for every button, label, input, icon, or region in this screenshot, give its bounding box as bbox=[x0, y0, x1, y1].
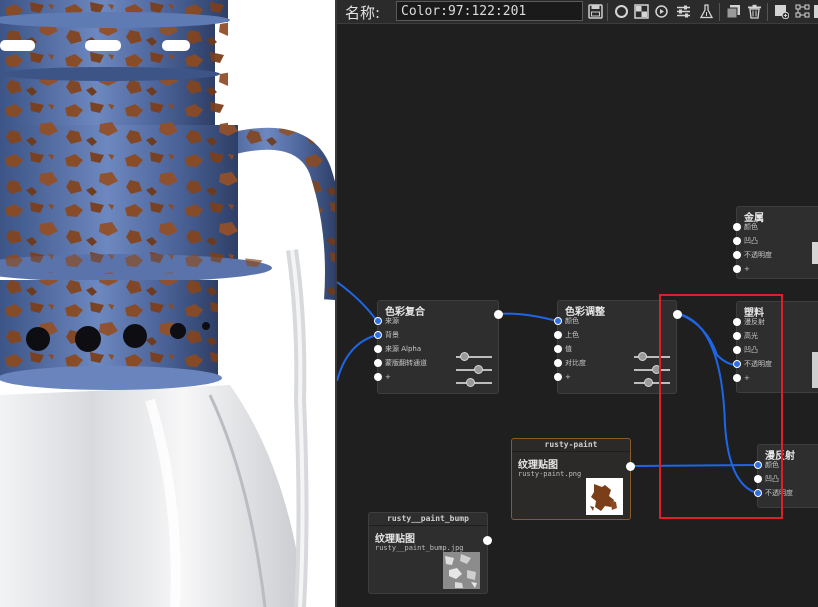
parameter-slider[interactable] bbox=[634, 378, 670, 388]
node-texture-rusty-paint[interactable]: rusty-paint 纹理贴图 rusty-paint.png bbox=[511, 438, 631, 520]
node-plastic[interactable]: 塑料 漫反射 高光 凹凸 不透明度 + bbox=[733, 301, 818, 393]
material-name-input[interactable] bbox=[396, 1, 583, 21]
input-port[interactable] bbox=[733, 265, 741, 273]
node-diffuse[interactable]: 漫反射 颜色 凹凸 不透明度 bbox=[754, 444, 818, 508]
refresh-icon[interactable] bbox=[653, 3, 670, 20]
port-label: 不透明度 bbox=[765, 489, 793, 497]
sphere-preview-icon[interactable] bbox=[613, 3, 630, 20]
port-label: 背景 bbox=[385, 331, 399, 339]
toolbar-divider bbox=[607, 3, 608, 21]
input-port[interactable] bbox=[374, 373, 382, 381]
input-port[interactable] bbox=[733, 223, 741, 231]
output-port[interactable] bbox=[494, 310, 503, 319]
port-label: + bbox=[385, 373, 391, 381]
node-color-adjust[interactable]: 色彩调整 颜色 上色 值 对比度 + bbox=[554, 300, 677, 394]
node-title: 纹理贴图 bbox=[518, 460, 558, 471]
port-label: + bbox=[744, 374, 750, 382]
port-label: 不透明度 bbox=[744, 360, 772, 368]
input-port[interactable] bbox=[754, 461, 762, 469]
input-port[interactable] bbox=[554, 317, 562, 325]
input-port[interactable] bbox=[733, 237, 741, 245]
input-port[interactable] bbox=[554, 359, 562, 367]
node-title: 纹理贴图 bbox=[375, 534, 415, 545]
node-graph-canvas[interactable]: 金属 颜色 凹凸 不透明度 + 色彩复合 来源 背景 来源 Alpha 蒙版翻转… bbox=[337, 25, 818, 607]
port-label: 来源 Alpha bbox=[385, 345, 422, 353]
port-label: 漫反射 bbox=[744, 318, 765, 326]
node-texture-rusty-paint-bump[interactable]: rusty__paint_bump 纹理贴图 rusty__paint_bump… bbox=[368, 512, 488, 594]
port-label: 颜色 bbox=[565, 317, 579, 325]
toolbar-divider bbox=[719, 3, 720, 21]
parameter-slider[interactable] bbox=[456, 378, 492, 388]
node-header: rusty-paint bbox=[512, 439, 630, 452]
toolbar-divider bbox=[767, 3, 768, 21]
wire-viewport-to-source bbox=[337, 281, 378, 322]
texture-thumbnail bbox=[586, 478, 623, 515]
input-port[interactable] bbox=[754, 475, 762, 483]
parameter-slider[interactable] bbox=[634, 365, 670, 375]
port-label: 凹凸 bbox=[744, 346, 758, 354]
port-label: 来源 bbox=[385, 317, 399, 325]
port-label: 高光 bbox=[744, 332, 758, 340]
node-graph-icon[interactable] bbox=[794, 3, 811, 20]
lantern-render bbox=[0, 0, 335, 607]
port-label: 凹凸 bbox=[744, 237, 758, 245]
overflow-icon[interactable] bbox=[813, 3, 818, 20]
port-label: 值 bbox=[565, 345, 572, 353]
node-preview-thumbnail bbox=[812, 242, 818, 264]
parameter-slider[interactable] bbox=[456, 352, 492, 362]
wire-viewport-to-background bbox=[337, 334, 378, 382]
input-port[interactable] bbox=[374, 331, 382, 339]
texture-thumbnail bbox=[443, 552, 480, 589]
wire-composite-to-adjust bbox=[499, 312, 558, 322]
trash-icon[interactable] bbox=[746, 3, 763, 20]
output-port[interactable] bbox=[626, 462, 635, 471]
input-port[interactable] bbox=[554, 373, 562, 381]
port-label: + bbox=[744, 265, 750, 273]
port-label: 颜色 bbox=[744, 223, 758, 231]
input-port[interactable] bbox=[754, 489, 762, 497]
output-port[interactable] bbox=[483, 536, 492, 545]
input-port[interactable] bbox=[733, 346, 741, 354]
render-viewport[interactable] bbox=[0, 0, 335, 607]
output-port[interactable] bbox=[673, 310, 682, 319]
node-preview-thumbnail bbox=[812, 352, 818, 388]
port-label: + bbox=[565, 373, 571, 381]
parameter-slider[interactable] bbox=[456, 365, 492, 375]
wire-texture-to-diffuse-color bbox=[630, 464, 758, 467]
port-label: 对比度 bbox=[565, 359, 586, 367]
node-color-composite[interactable]: 色彩复合 来源 背景 来源 Alpha 蒙版翻转通道 + bbox=[374, 300, 499, 394]
node-header: rusty__paint_bump bbox=[369, 513, 487, 526]
wire-adjust-to-plastic-opacity bbox=[678, 313, 738, 366]
input-port[interactable] bbox=[733, 251, 741, 259]
input-port[interactable] bbox=[554, 345, 562, 353]
texture-filename: rusty__paint_bump.jpg bbox=[375, 544, 464, 552]
material-node-editor: 名称: Color:97:122:201 金属 颜色 凹凸 不透明度 + 色彩复… bbox=[335, 0, 818, 607]
input-port[interactable] bbox=[733, 374, 741, 382]
checker-preview-icon[interactable] bbox=[633, 3, 650, 20]
input-port[interactable] bbox=[554, 331, 562, 339]
material-add-icon[interactable] bbox=[773, 3, 790, 20]
port-label: 蒙版翻转通道 bbox=[385, 359, 427, 367]
node-metal[interactable]: 金属 颜色 凹凸 不透明度 + bbox=[733, 206, 818, 279]
port-label: 不透明度 bbox=[744, 251, 772, 259]
port-label: 上色 bbox=[565, 331, 579, 339]
input-port[interactable] bbox=[374, 359, 382, 367]
texture-filename: rusty-paint.png bbox=[518, 470, 582, 478]
flask-icon[interactable] bbox=[698, 3, 715, 20]
save-icon[interactable] bbox=[587, 3, 604, 20]
copy-icon[interactable] bbox=[725, 3, 742, 20]
input-port[interactable] bbox=[374, 317, 382, 325]
app-window: 名称: Color:97:122:201 金属 颜色 凹凸 不透明度 + 色彩复… bbox=[0, 0, 818, 607]
sliders-icon[interactable] bbox=[675, 3, 692, 20]
input-port[interactable] bbox=[374, 345, 382, 353]
port-label: 凹凸 bbox=[765, 475, 779, 483]
port-label: 颜色 bbox=[765, 461, 779, 469]
input-port[interactable] bbox=[733, 360, 741, 368]
input-port[interactable] bbox=[733, 332, 741, 340]
editor-toolbar: 名称: bbox=[337, 0, 818, 24]
name-label: 名称: bbox=[345, 4, 381, 22]
parameter-slider[interactable] bbox=[634, 352, 670, 362]
input-port[interactable] bbox=[733, 318, 741, 326]
